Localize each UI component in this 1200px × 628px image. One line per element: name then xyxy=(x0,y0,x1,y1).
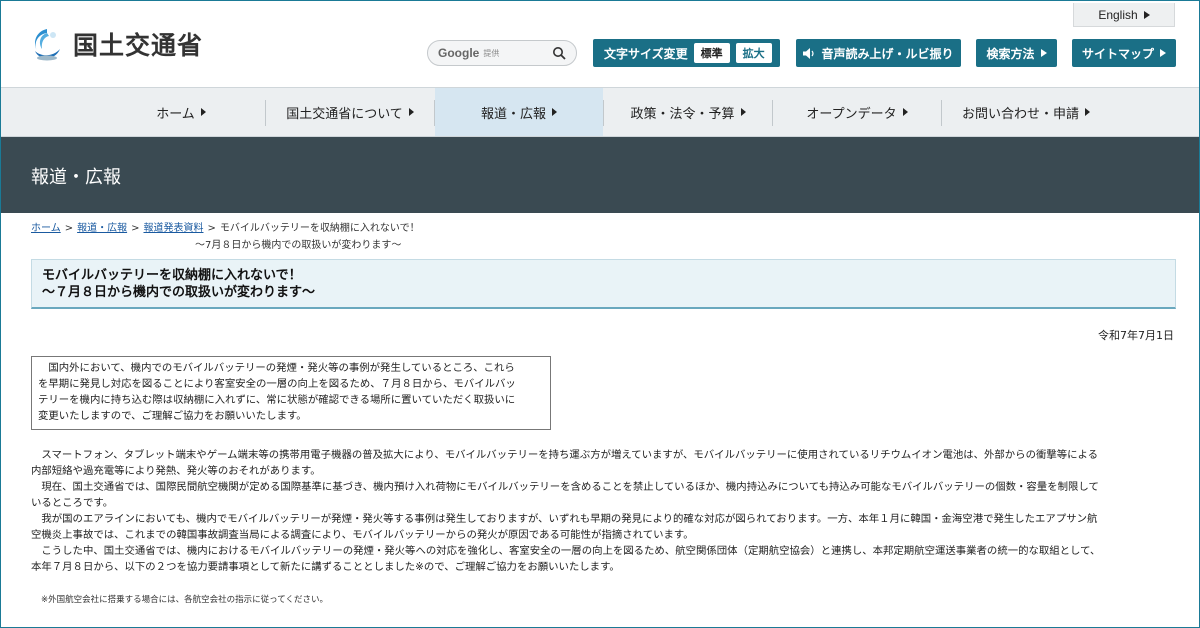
body-line: 内部短絡や過充電等により発熱、発火等のおそれがあります。 xyxy=(31,465,321,477)
arrow-right-icon xyxy=(1085,108,1090,116)
page-title: 報道・広報 xyxy=(31,167,121,188)
headline-line2: ～７月８日から機内での取扱いが変わります～ xyxy=(42,285,316,300)
nav-label: 国土交通省について xyxy=(286,106,403,122)
sitemap-label: サイトマップ xyxy=(1081,46,1154,61)
search-icon[interactable] xyxy=(552,46,566,60)
nav-label: 政策・法令・予算 xyxy=(630,106,735,122)
search-method-label: 検索方法 xyxy=(986,46,1035,61)
summary-line: 変更いたしますので、ご理解ご協力をお願いいたします。 xyxy=(38,410,307,422)
summary-line: テリーを機内に持ち込む際は収納棚に入れずに、常に状態が確認できる場所に置いていた… xyxy=(38,394,516,406)
global-nav: ホーム 国土交通省について 報道・広報 政策・法令・予算 オープンデータ お問い… xyxy=(1,87,1199,137)
breadcrumb: ホーム > 報道・広報 > 報道発表資料 > モバイルバッテリーを収納棚に入れないで！ xyxy=(31,222,420,236)
nav-item-press[interactable]: 報道・広報 xyxy=(435,88,603,136)
nav-item-policy[interactable]: 政策・法令・予算 xyxy=(604,88,772,136)
nav-label: ホーム xyxy=(156,106,195,122)
breadcrumb-current-line2: ～7月８日から機内での取扱いが変わります～ xyxy=(195,240,402,251)
breadcrumb-current: モバイルバッテリーを収納棚に入れないで！ xyxy=(219,223,420,234)
headline-line1: モバイルバッテリーを収納棚に入れないで！ xyxy=(42,268,302,283)
logo-text: 国土交通省 xyxy=(73,31,204,60)
nav-item-opendata[interactable]: オープンデータ xyxy=(773,88,941,136)
search-sub: 提供 xyxy=(483,48,500,58)
article-headline: モバイルバッテリーを収納棚に入れないで！ ～７月８日から機内での取扱いが変わりま… xyxy=(31,259,1176,309)
article-body: スマートフォン、タブレット端末やゲーム端末等の携帯用電子機器の普及拡大により、モ… xyxy=(31,447,1176,575)
voice-label: 音声読み上げ・ルビ振り xyxy=(821,46,954,61)
nav-label: お問い合わせ・申請 xyxy=(961,106,1079,122)
breadcrumb-sep: > xyxy=(64,223,74,234)
arrow-right-icon xyxy=(1143,10,1150,19)
nav-label: 報道・広報 xyxy=(480,106,546,122)
arrow-right-icon xyxy=(200,108,206,116)
nav-label: オープンデータ xyxy=(806,106,897,122)
breadcrumb-releases[interactable]: 報道発表資料 xyxy=(143,223,203,234)
arrow-right-icon xyxy=(552,108,557,116)
site-header: 国土交通省 English Google 提供 文字サイズ変更 標準 拡大 音声… xyxy=(1,1,1199,87)
breadcrumb-sep: > xyxy=(131,223,140,234)
page-frame: 国土交通省 English Google 提供 文字サイズ変更 標準 拡大 音声… xyxy=(0,0,1200,628)
font-size-control: 文字サイズ変更 標準 拡大 xyxy=(593,39,780,67)
summary-line: 国内外において、機内でのモバイルバッテリーの発煙・発火等の事例が発生しているとこ… xyxy=(38,362,515,374)
publish-date: 令和7年7月1日 xyxy=(1098,329,1174,342)
breadcrumb-home[interactable]: ホーム xyxy=(31,223,61,234)
summary-line: を早期に発見し対応を図ることにより客室安全の一層の向上を図るため、７月８日から、… xyxy=(38,378,516,390)
body-line: こうした中、国土交通省では、機内におけるモバイルバッテリーの発煙・発火等への対応… xyxy=(31,545,1101,557)
footnote: ※外国航空会社に搭乗する場合には、各航空会社の指示に従ってください。 xyxy=(41,595,328,605)
arrow-right-icon xyxy=(902,108,908,116)
english-label: English xyxy=(1098,7,1138,22)
body-line: スマートフォン、タブレット端末やゲーム端末等の携帯用電子機器の普及拡大により、モ… xyxy=(31,449,1098,461)
search-input[interactable]: Google 提供 xyxy=(427,40,577,66)
arrow-right-icon xyxy=(1160,49,1166,57)
nav-item-contact[interactable]: お問い合わせ・申請 xyxy=(942,88,1110,136)
mlit-logo-icon xyxy=(35,29,60,61)
body-line: 我が国のエアラインにおいても、機内でモバイルバッテリーが発煙・発火等する事例は発… xyxy=(31,513,1098,525)
font-standard-button[interactable]: 標準 xyxy=(693,43,730,63)
nav-item-about[interactable]: 国土交通省について xyxy=(266,88,434,136)
arrow-right-icon xyxy=(740,108,746,116)
breadcrumb-press[interactable]: 報道・広報 xyxy=(77,223,127,234)
font-large-button[interactable]: 拡大 xyxy=(735,43,772,63)
body-line: 現在、国土交通省では、国際民間航空機関が定める国際基準に基づき、機内預け入れ荷物… xyxy=(31,481,1099,493)
body-line: いるところです。 xyxy=(31,497,114,509)
voice-ruby-button[interactable]: 音声読み上げ・ルビ振り xyxy=(796,39,961,67)
english-link[interactable]: English xyxy=(1073,3,1175,27)
breadcrumb-sep: > xyxy=(207,223,216,234)
arrow-right-icon xyxy=(408,108,414,116)
sitemap-button[interactable]: サイトマップ xyxy=(1072,39,1176,67)
body-line: 本年７月８日から、以下の２つを協力要請事項として新たに講ずることとしました※ので… xyxy=(31,561,620,573)
arrow-right-icon xyxy=(1040,49,1047,57)
font-size-label: 文字サイズ変更 xyxy=(604,46,688,61)
search-brand: Google xyxy=(438,46,480,60)
site-logo[interactable]: 国土交通省 xyxy=(29,25,203,63)
page-title-bar: 報道・広報 xyxy=(1,137,1199,213)
speaker-icon xyxy=(803,47,815,59)
summary-box: 国内外において、機内でのモバイルバッテリーの発煙・発火等の事例が発生しているとこ… xyxy=(31,356,551,430)
search-method-button[interactable]: 検索方法 xyxy=(976,39,1057,67)
nav-item-home[interactable]: ホーム xyxy=(97,88,265,136)
body-line: 空機炎上事故では、これまでの韓国事故調査当局による調査により、モバイルバッテリー… xyxy=(31,529,694,541)
